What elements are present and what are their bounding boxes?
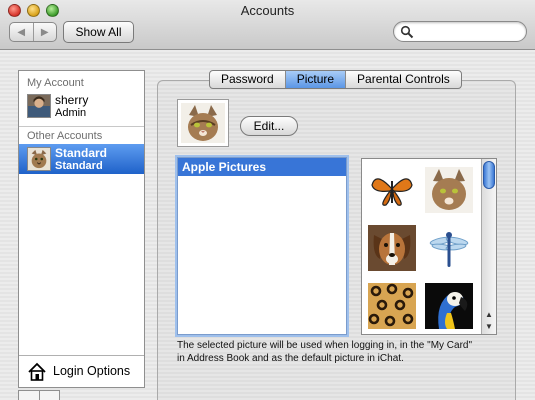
butterfly-thumbnail[interactable] [368, 167, 416, 213]
show-all-button[interactable]: Show All [63, 21, 134, 43]
search-icon [400, 25, 414, 39]
tab-password[interactable]: Password [210, 71, 285, 88]
picture-caption: The selected picture will be used when l… [177, 340, 473, 364]
add-account-button[interactable] [19, 391, 39, 400]
window-title: Accounts [240, 3, 295, 18]
account-item-standard[interactable]: Standard Standard [19, 144, 144, 174]
search-input[interactable] [416, 24, 520, 39]
house-icon [28, 362, 46, 381]
picture-grid: ▲ ▼ [361, 158, 497, 335]
scroll-up-arrow[interactable]: ▲ [482, 309, 496, 321]
dragonfly-thumbnail[interactable] [425, 225, 473, 271]
account-item-sherry[interactable]: sherry Admin [19, 91, 144, 121]
back-forward-control: ◀ ▶ [9, 22, 57, 42]
account-tabs: Password Picture Parental Controls [209, 70, 462, 89]
add-remove-account-control [18, 390, 60, 400]
scrollbar-thumb[interactable] [483, 161, 495, 189]
avatar [27, 147, 51, 171]
search-field[interactable] [393, 21, 527, 42]
title-bar: Accounts ◀ ▶ Show All [0, 0, 535, 50]
divider [19, 126, 144, 127]
login-options-button[interactable]: Login Options [19, 355, 144, 387]
dog-thumbnail[interactable] [368, 225, 416, 271]
account-name: Standard [55, 146, 108, 160]
accounts-window: Accounts ◀ ▶ Show All My Account sherry … [0, 0, 535, 400]
back-button[interactable]: ◀ [10, 23, 33, 41]
cat-thumbnail[interactable] [425, 167, 473, 213]
current-picture[interactable] [177, 99, 229, 147]
tab-parental-controls[interactable]: Parental Controls [345, 71, 461, 88]
parrot-thumbnail[interactable] [425, 283, 473, 329]
account-type: Admin [55, 107, 87, 119]
other-accounts-header: Other Accounts [27, 130, 103, 142]
picture-source-list: Apple Pictures [177, 157, 347, 335]
forward-button[interactable]: ▶ [32, 23, 57, 41]
login-options-label: Login Options [53, 364, 131, 378]
list-item[interactable]: Apple Pictures [178, 158, 346, 176]
account-type: Standard [55, 160, 103, 172]
leopard-fur-thumbnail[interactable] [368, 283, 416, 329]
avatar [27, 94, 51, 118]
scroll-down-arrow[interactable]: ▼ [482, 321, 496, 333]
picture-grid-scrollbar[interactable]: ▲ ▼ [481, 159, 496, 334]
my-account-header: My Account [27, 77, 84, 89]
tab-picture[interactable]: Picture [284, 71, 346, 88]
edit-picture-button[interactable]: Edit... [240, 116, 298, 136]
account-name: sherry [55, 93, 89, 107]
accounts-sidebar: My Account sherry Admin Other Accounts S… [18, 70, 145, 388]
remove-account-button[interactable] [38, 391, 60, 400]
